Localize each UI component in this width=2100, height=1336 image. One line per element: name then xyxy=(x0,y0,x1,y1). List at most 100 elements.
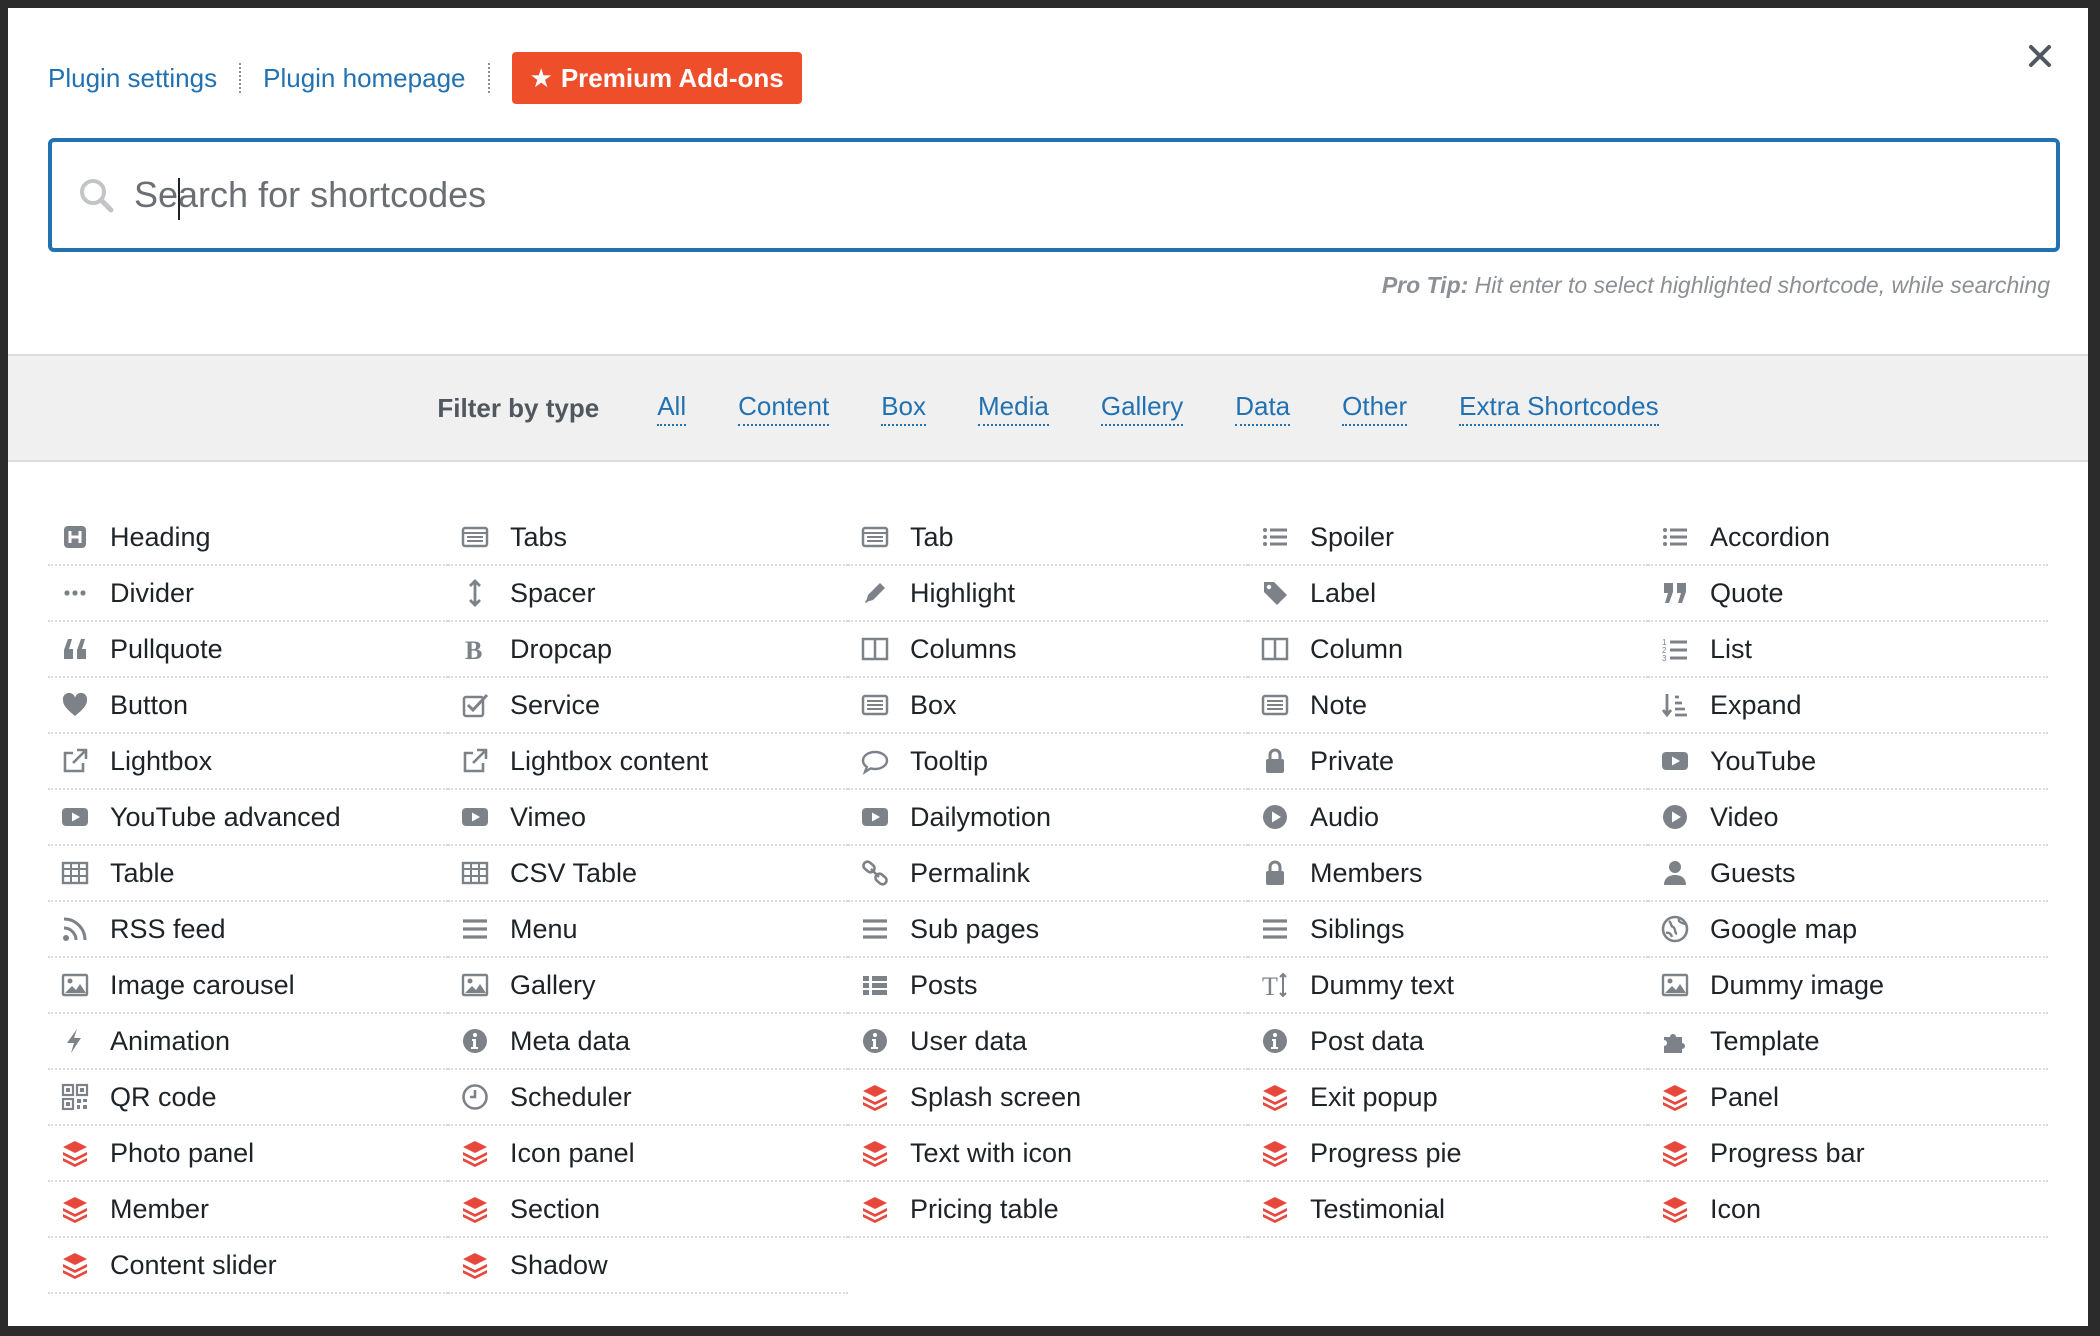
list-alt-icon xyxy=(1260,690,1290,720)
shortcode-item-spacer[interactable]: Spacer xyxy=(448,566,848,622)
shortcode-item-exit-popup[interactable]: Exit popup xyxy=(1248,1070,1648,1126)
shortcode-item-shadow[interactable]: Shadow xyxy=(448,1238,848,1294)
filter-extra-shortcodes[interactable]: Extra Shortcodes xyxy=(1459,391,1659,426)
shortcode-item-pullquote[interactable]: Pullquote xyxy=(48,622,448,678)
shortcode-item-box[interactable]: Box xyxy=(848,678,1248,734)
shortcode-item-tabs[interactable]: Tabs xyxy=(448,510,848,566)
shortcode-label: Vimeo xyxy=(510,801,587,832)
shortcode-item-quote[interactable]: Quote xyxy=(1648,566,2048,622)
shortcode-label: Members xyxy=(1310,857,1423,888)
pro-tip: Pro Tip: Hit enter to select highlighted… xyxy=(1382,272,2050,299)
shortcode-item-gallery[interactable]: Gallery xyxy=(448,958,848,1014)
shortcode-item-video[interactable]: Video xyxy=(1648,790,2048,846)
shortcode-item-post-data[interactable]: Post data xyxy=(1248,1014,1648,1070)
shortcode-label: Template xyxy=(1710,1025,1820,1056)
shortcode-item-label[interactable]: Label xyxy=(1248,566,1648,622)
shortcode-item-expand[interactable]: Expand xyxy=(1648,678,2048,734)
shortcode-item-lightbox-content[interactable]: Lightbox content xyxy=(448,734,848,790)
pro-tip-text: Hit enter to select highlighted shortcod… xyxy=(1474,272,2050,298)
shortcode-item-content-slider[interactable]: Content slider xyxy=(48,1238,448,1294)
shortcode-item-text-with-icon[interactable]: Text with icon xyxy=(848,1126,1248,1182)
plugin-settings-link[interactable]: Plugin settings xyxy=(48,63,217,94)
shortcode-item-image-carousel[interactable]: Image carousel xyxy=(48,958,448,1014)
shortcode-item-heading[interactable]: Heading xyxy=(48,510,448,566)
shortcode-label: Service xyxy=(510,689,601,720)
search-input[interactable] xyxy=(134,174,1994,216)
shortcode-item-list[interactable]: 1 2 3 List xyxy=(1648,622,2048,678)
shortcode-item-member[interactable]: Member xyxy=(48,1182,448,1238)
addon-layers-icon xyxy=(60,1194,90,1224)
shortcode-item-guests[interactable]: Guests xyxy=(1648,846,2048,902)
shortcode-item-csv-table[interactable]: CSV Table xyxy=(448,846,848,902)
shortcode-item-animation[interactable]: Animation xyxy=(48,1014,448,1070)
shortcode-label: Pullquote xyxy=(110,633,223,664)
shortcode-item-highlight[interactable]: Highlight xyxy=(848,566,1248,622)
shortcode-label: List xyxy=(1710,633,1753,664)
shortcode-item-pricing-table[interactable]: Pricing table xyxy=(848,1182,1248,1238)
shortcode-item-dummy-text[interactable]: T Dummy text xyxy=(1248,958,1648,1014)
shortcode-item-audio[interactable]: Audio xyxy=(1248,790,1648,846)
shortcode-item-photo-panel[interactable]: Photo panel xyxy=(48,1126,448,1182)
shortcode-item-accordion[interactable]: Accordion xyxy=(1648,510,2048,566)
shortcode-item-progress-pie[interactable]: Progress pie xyxy=(1248,1126,1648,1182)
shortcode-item-lightbox[interactable]: Lightbox xyxy=(48,734,448,790)
filter-content[interactable]: Content xyxy=(738,391,830,426)
shortcode-item-progress-bar[interactable]: Progress bar xyxy=(1648,1126,2048,1182)
filter-other[interactable]: Other xyxy=(1342,391,1408,426)
shortcode-item-google-map[interactable]: Google map xyxy=(1648,902,2048,958)
shortcode-item-note[interactable]: Note xyxy=(1248,678,1648,734)
shortcode-item-dummy-image[interactable]: Dummy image xyxy=(1648,958,2048,1014)
shortcode-item-menu[interactable]: Menu xyxy=(448,902,848,958)
svg-text:3: 3 xyxy=(1662,654,1667,663)
filter-gallery[interactable]: Gallery xyxy=(1100,391,1184,426)
filter-box[interactable]: Box xyxy=(881,391,927,426)
shortcode-item-divider[interactable]: Divider xyxy=(48,566,448,622)
shortcode-item-permalink[interactable]: Permalink xyxy=(848,846,1248,902)
picture-icon xyxy=(1660,970,1690,1000)
shortcode-label: Quote xyxy=(1710,577,1784,608)
shortcode-item-section[interactable]: Section xyxy=(448,1182,848,1238)
shortcode-item-splash-screen[interactable]: Splash screen xyxy=(848,1070,1248,1126)
check-square-icon xyxy=(460,690,490,720)
filter-media[interactable]: Media xyxy=(978,391,1049,426)
premium-addons-button[interactable]: ★ Premium Add-ons xyxy=(511,52,802,104)
youtube-play-icon xyxy=(460,802,490,832)
shortcode-item-template[interactable]: Template xyxy=(1648,1014,2048,1070)
shortcode-item-vimeo[interactable]: Vimeo xyxy=(448,790,848,846)
shortcode-item-button[interactable]: Button xyxy=(48,678,448,734)
shortcode-item-spoiler[interactable]: Spoiler xyxy=(1248,510,1648,566)
shortcode-label: Testimonial xyxy=(1310,1193,1446,1224)
shortcode-item-posts[interactable]: Posts xyxy=(848,958,1248,1014)
shortcode-item-panel[interactable]: Panel xyxy=(1648,1070,2048,1126)
close-button[interactable] xyxy=(2016,32,2064,80)
shortcode-item-testimonial[interactable]: Testimonial xyxy=(1248,1182,1648,1238)
shortcode-item-youtube[interactable]: YouTube xyxy=(1648,734,2048,790)
shortcode-item-service[interactable]: Service xyxy=(448,678,848,734)
search-box[interactable] xyxy=(48,138,2060,252)
shortcode-item-icon[interactable]: Icon xyxy=(1648,1182,2048,1238)
shortcode-item-sub-pages[interactable]: Sub pages xyxy=(848,902,1248,958)
user-icon xyxy=(1660,858,1690,888)
filter-all[interactable]: All xyxy=(657,391,687,426)
shortcode-item-column[interactable]: Column xyxy=(1248,622,1648,678)
shortcode-item-columns[interactable]: Columns xyxy=(848,622,1248,678)
picture-icon xyxy=(460,970,490,1000)
shortcode-item-icon-panel[interactable]: Icon panel xyxy=(448,1126,848,1182)
shortcode-item-rss-feed[interactable]: RSS feed xyxy=(48,902,448,958)
shortcode-item-private[interactable]: Private xyxy=(1248,734,1648,790)
shortcode-item-tooltip[interactable]: Tooltip xyxy=(848,734,1248,790)
shortcode-item-meta-data[interactable]: Meta data xyxy=(448,1014,848,1070)
shortcode-item-siblings[interactable]: Siblings xyxy=(1248,902,1648,958)
shortcode-item-qr-code[interactable]: QR code xyxy=(48,1070,448,1126)
shortcode-item-scheduler[interactable]: Scheduler xyxy=(448,1070,848,1126)
shortcode-label: Siblings xyxy=(1310,913,1405,944)
shortcode-item-tab[interactable]: Tab xyxy=(848,510,1248,566)
shortcode-item-table[interactable]: Table xyxy=(48,846,448,902)
shortcode-item-members[interactable]: Members xyxy=(1248,846,1648,902)
shortcode-item-user-data[interactable]: User data xyxy=(848,1014,1248,1070)
shortcode-item-dropcap[interactable]: B Dropcap xyxy=(448,622,848,678)
filter-data[interactable]: Data xyxy=(1235,391,1291,426)
shortcode-item-dailymotion[interactable]: Dailymotion xyxy=(848,790,1248,846)
plugin-homepage-link[interactable]: Plugin homepage xyxy=(263,63,465,94)
shortcode-item-youtube-advanced[interactable]: YouTube advanced xyxy=(48,790,448,846)
